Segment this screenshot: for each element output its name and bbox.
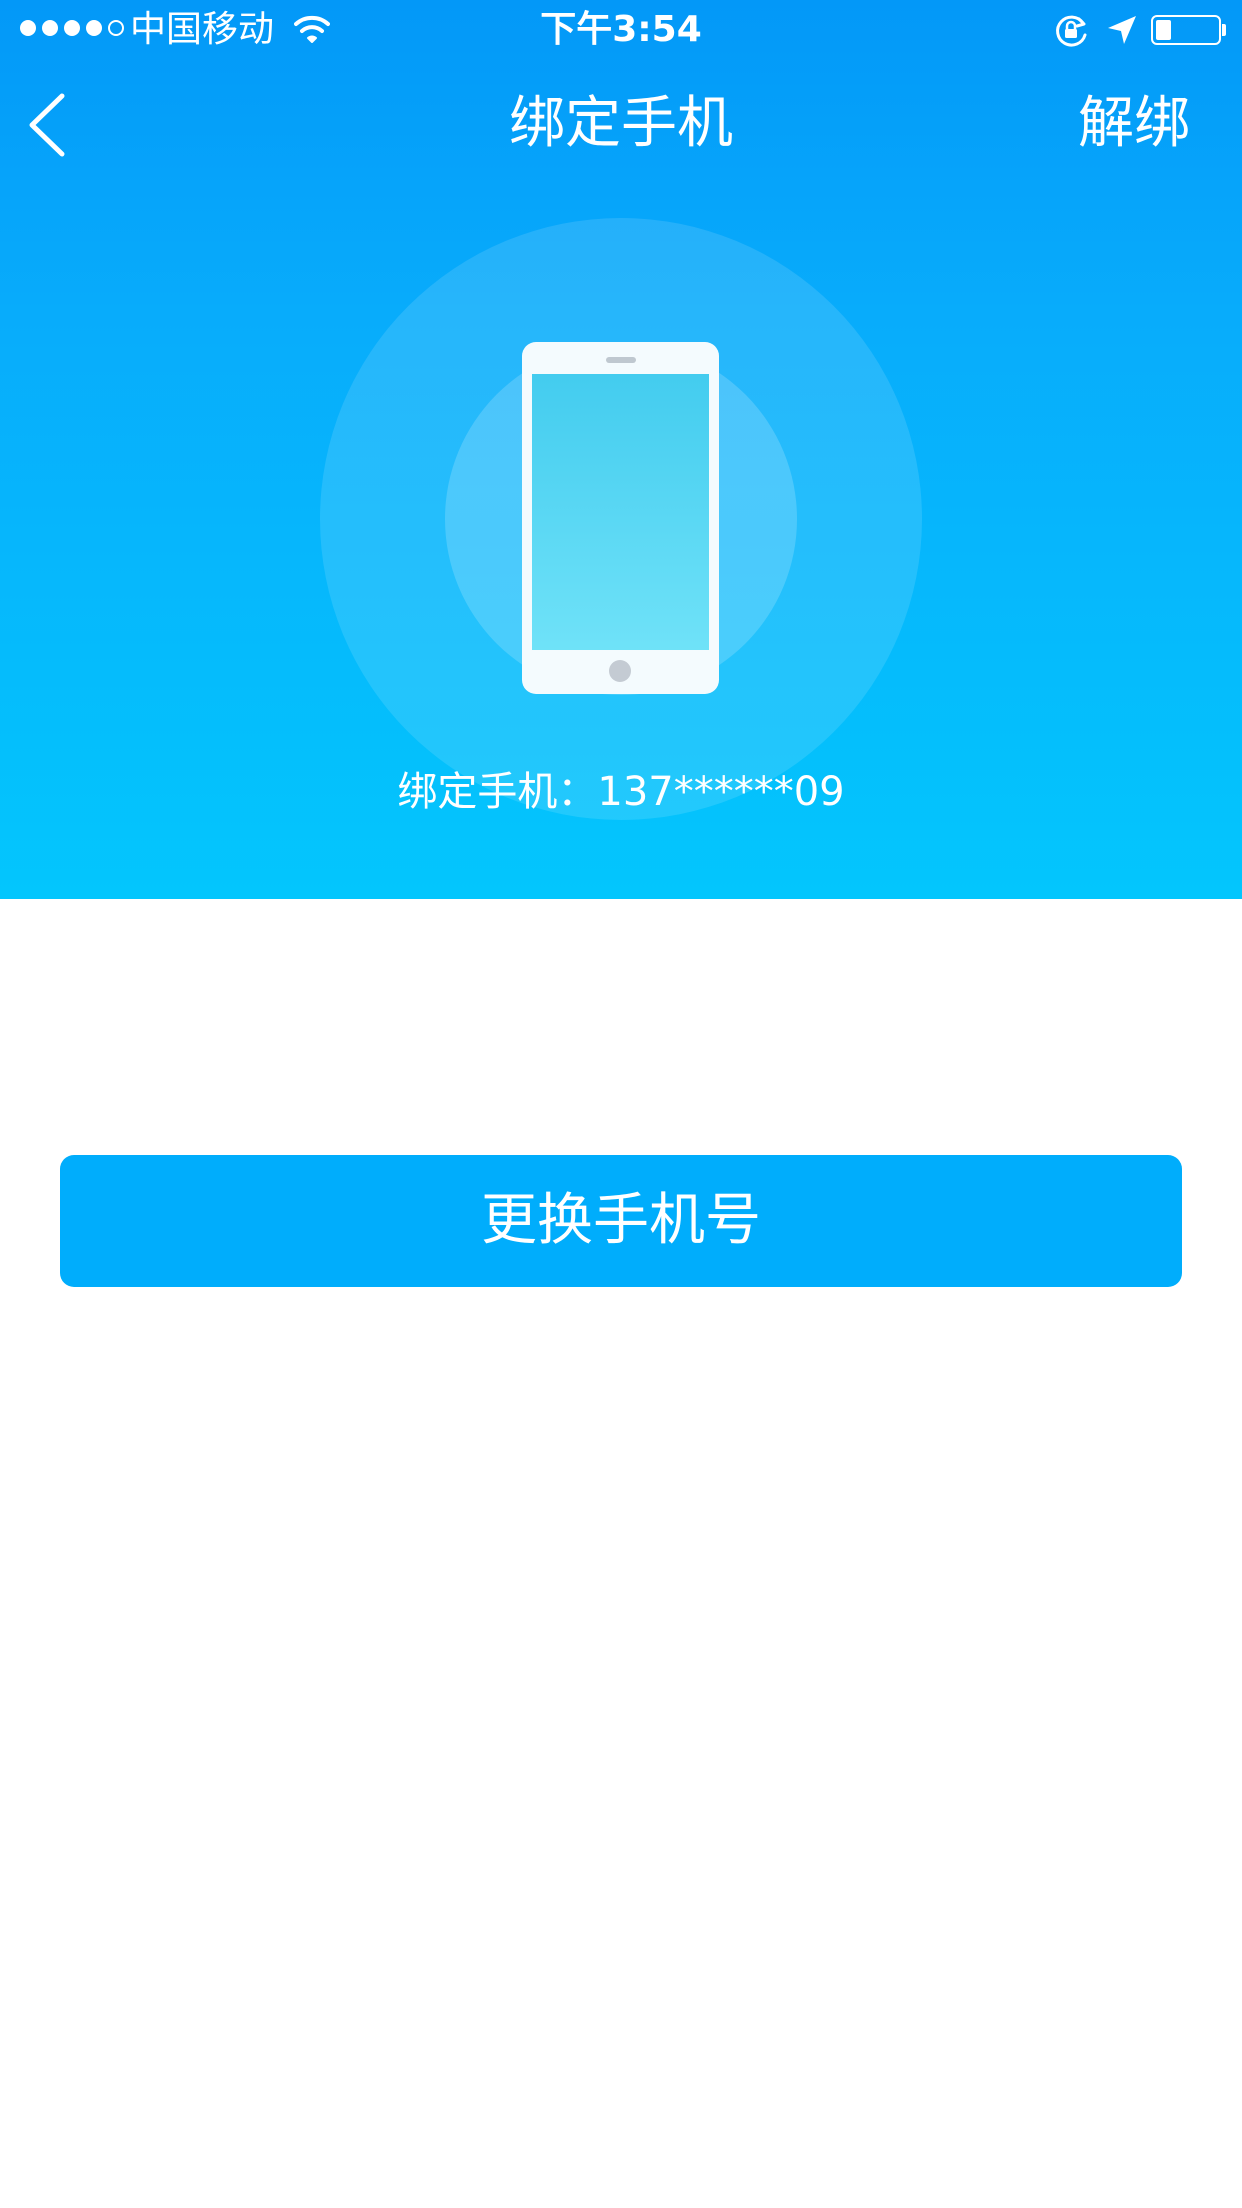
battery-level xyxy=(1156,20,1171,40)
bind-phone-screen: 中国移动 下午3:54 绑定手机 解绑 绑定手机：137******09 更换手… xyxy=(0,0,1242,2208)
location-arrow-icon xyxy=(1108,16,1136,44)
header-banner: 中国移动 下午3:54 绑定手机 解绑 绑定手机：137******09 xyxy=(0,0,1242,899)
orientation-lock-icon xyxy=(1056,15,1087,47)
battery-tip xyxy=(1222,24,1226,36)
phone-screen xyxy=(532,374,709,650)
phone-speaker xyxy=(606,357,636,363)
battery-icon xyxy=(1151,15,1221,45)
phone-home-button xyxy=(609,660,631,682)
bound-phone-number: 绑定手机：137******09 xyxy=(397,769,845,815)
status-bar: 中国移动 下午3:54 xyxy=(0,0,1242,60)
smartphone-icon xyxy=(522,342,719,694)
change-phone-button[interactable]: 更换手机号 xyxy=(60,1155,1182,1287)
unbind-button[interactable]: 解绑 xyxy=(1078,88,1190,160)
page-title: 绑定手机 xyxy=(509,91,733,156)
